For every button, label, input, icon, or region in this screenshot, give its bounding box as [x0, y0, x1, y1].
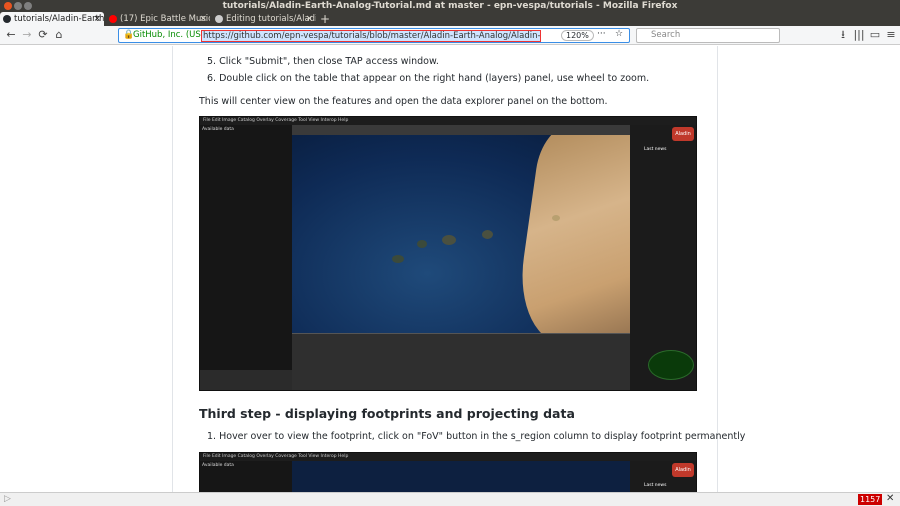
site-identity[interactable]: GitHub, Inc. (US)	[133, 30, 204, 40]
close-window-icon[interactable]	[4, 2, 12, 10]
github-icon	[215, 15, 223, 23]
close-icon[interactable]: ✕	[886, 493, 894, 504]
list-item: 6. Double click on the table that appear…	[207, 73, 650, 84]
available-data-label: Available data	[202, 127, 234, 132]
notification-badge[interactable]: 1157	[858, 494, 883, 505]
minimize-window-icon[interactable]	[14, 2, 22, 10]
reload-icon[interactable]: ⟳	[36, 28, 50, 42]
menu-icon[interactable]: ≡	[884, 28, 898, 42]
forward-icon[interactable]: →	[20, 28, 34, 42]
downloads-icon[interactable]: ⭳	[836, 28, 850, 42]
url-bar[interactable]: 🔒 GitHub, Inc. (US) https://github.com/e…	[118, 28, 630, 43]
list-item: 1. Hover over to view the footprint, cli…	[207, 431, 746, 442]
zoom-level[interactable]: 120%	[561, 30, 594, 41]
aladin-data-explorer	[292, 333, 630, 390]
tab-bar: tutorials/Aladin-Earth-A × (17) Epic Batt…	[0, 12, 900, 26]
bookmark-star-icon[interactable]: ☆	[615, 29, 623, 39]
status-bar: ▷ 1157 ✕	[0, 492, 900, 506]
aladin-screenshot: File Edit Image Catalog Overlay Coverage…	[199, 116, 697, 391]
aladin-logo: Aladin	[672, 463, 694, 477]
aladin-layers-panel: Aladin Last news	[630, 461, 696, 492]
sky-globe	[648, 350, 694, 380]
sidebar-icon[interactable]: ▭	[868, 28, 882, 42]
navigation-bar: ← → ⟳ ⌂ 🔒 GitHub, Inc. (US) https://gith…	[0, 26, 900, 45]
page-content: 5. Click "Submit", then close TAP access…	[0, 46, 900, 492]
status-arrow-icon: ▷	[4, 494, 11, 504]
aladin-layers-panel: Aladin Last news	[630, 125, 696, 390]
youtube-icon	[109, 15, 117, 23]
paragraph: This will center view on the features an…	[199, 96, 608, 107]
available-data-label: Available data	[202, 463, 234, 468]
aladin-data-tree: Available data	[200, 125, 292, 370]
close-tab-icon[interactable]: ×	[93, 12, 101, 26]
maximize-window-icon[interactable]	[24, 2, 32, 10]
library-icon[interactable]: |||	[852, 28, 866, 42]
new-tab-button[interactable]: +	[318, 12, 332, 26]
close-tab-icon[interactable]: ×	[305, 12, 313, 26]
home-icon[interactable]: ⌂	[52, 28, 66, 42]
window-titlebar: tutorials/Aladin-Earth-Analog-Tutorial.m…	[0, 0, 900, 12]
aladin-screenshot-2: File Edit Image Catalog Overlay Coverage…	[199, 452, 697, 492]
markdown-article: 5. Click "Submit", then close TAP access…	[172, 46, 745, 492]
section-heading: Third step - displaying footprints and p…	[199, 406, 575, 421]
last-news-label: Last news	[644, 147, 667, 152]
close-tab-icon[interactable]: ×	[199, 12, 207, 26]
list-item: 5. Click "Submit", then close TAP access…	[207, 56, 439, 67]
aladin-menu: File Edit Image Catalog Overlay Coverage…	[200, 453, 696, 461]
tab-music[interactable]: (17) Epic Battle Music ×	[106, 12, 210, 26]
url-text[interactable]: https://github.com/epn-vespa/tutorials/b…	[201, 30, 541, 42]
window-title: tutorials/Aladin-Earth-Analog-Tutorial.m…	[222, 1, 678, 11]
back-icon[interactable]: ←	[4, 28, 18, 42]
last-news-label: Last news	[644, 483, 667, 488]
aladin-map-view	[292, 135, 630, 333]
search-input[interactable]: Search	[636, 28, 780, 43]
tab-editing[interactable]: Editing tutorials/Aladin ×	[212, 12, 316, 26]
github-icon	[3, 15, 11, 23]
aladin-data-tree: Available data	[200, 461, 292, 492]
aladin-toolbar	[292, 125, 630, 135]
aladin-map-view	[292, 461, 630, 492]
aladin-menu: File Edit Image Catalog Overlay Coverage…	[200, 117, 696, 125]
page-actions-icon[interactable]: ···	[597, 29, 606, 39]
aladin-logo: Aladin	[672, 127, 694, 141]
tab-tutorials[interactable]: tutorials/Aladin-Earth-A ×	[0, 12, 104, 26]
